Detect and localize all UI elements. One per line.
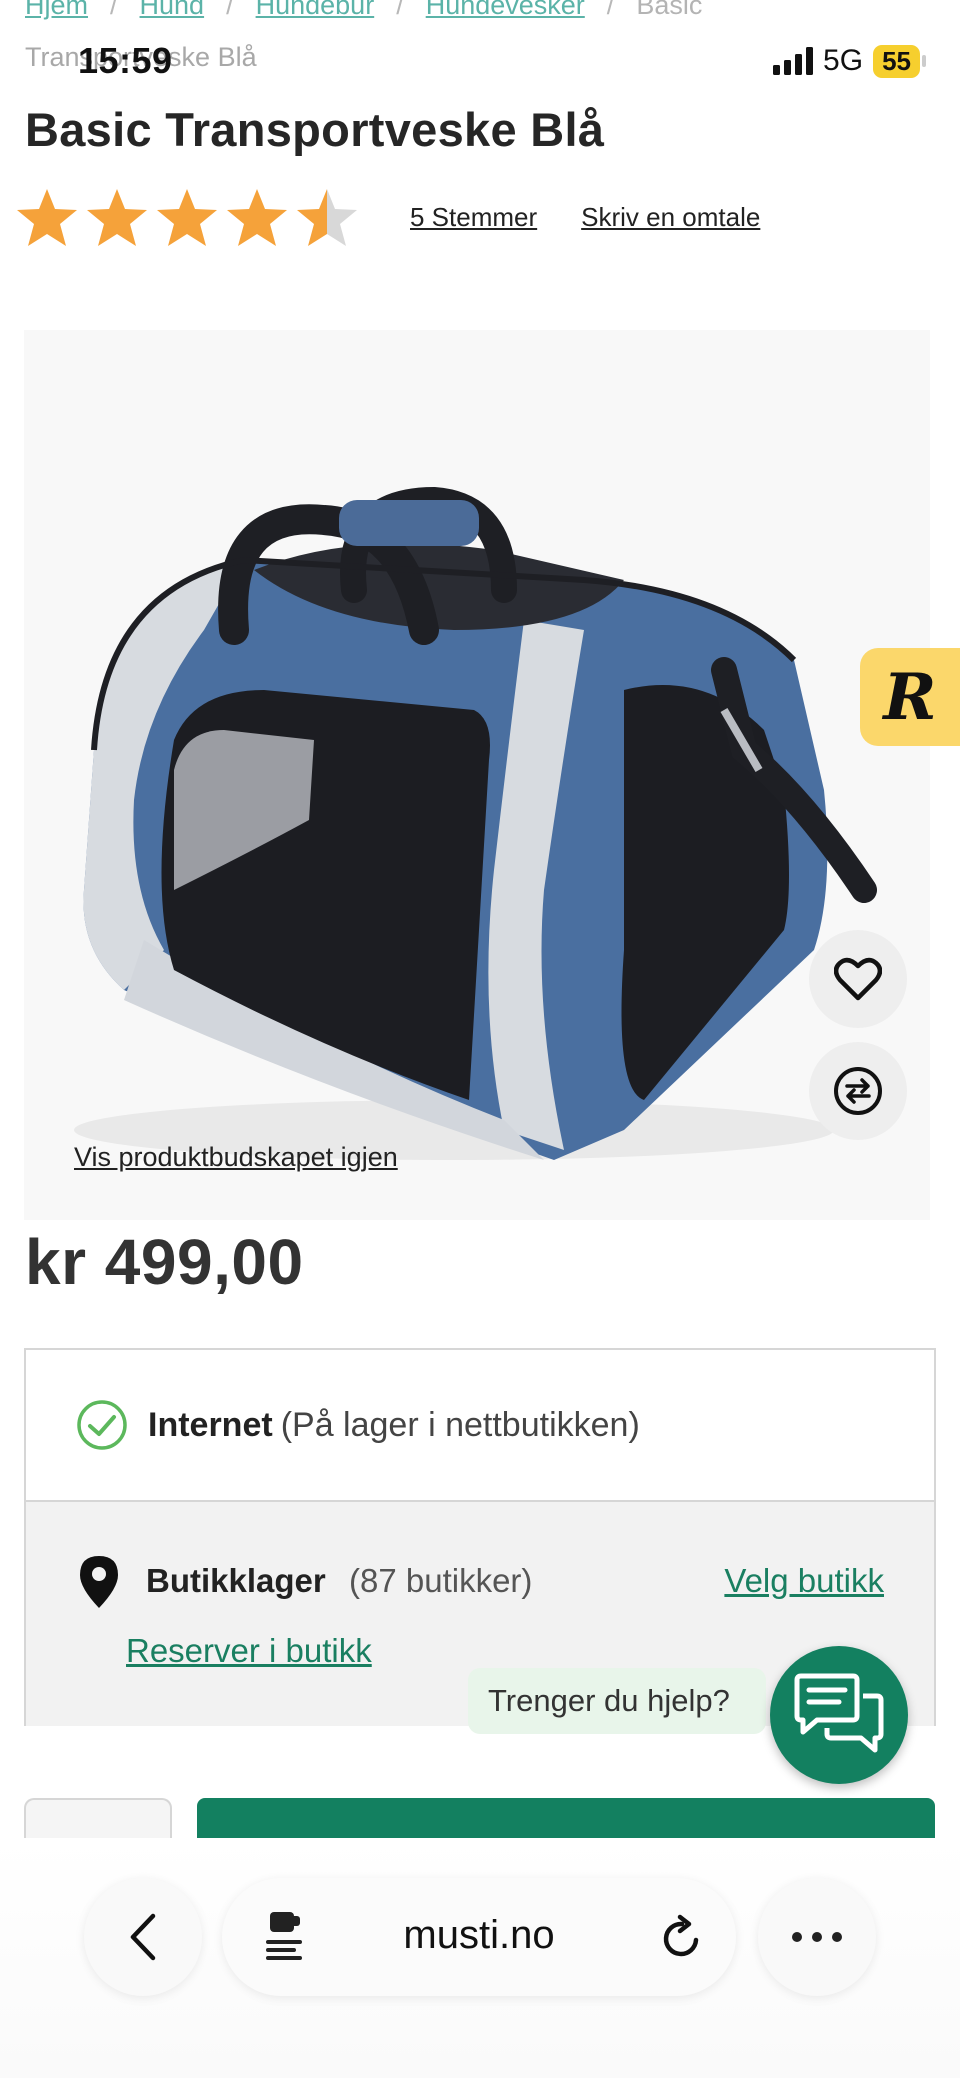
rating-stars [14, 186, 360, 252]
location-pin-icon [80, 1556, 118, 1608]
breadcrumb-separator: / [396, 0, 404, 20]
compare-button[interactable] [809, 1042, 907, 1140]
write-review-link[interactable]: Skriv en omtale [581, 202, 760, 233]
dot [812, 1932, 822, 1942]
breadcrumb-hund[interactable]: Hund [140, 0, 205, 20]
dot [832, 1932, 842, 1942]
chat-button[interactable] [770, 1646, 908, 1784]
signal-icon [773, 47, 814, 75]
url-text: musti.no [403, 1913, 555, 1957]
compare-icon [834, 1067, 882, 1115]
votes-link[interactable]: 5 Stemmer [410, 202, 537, 233]
breadcrumb-home[interactable]: Hjem [25, 0, 88, 20]
address-bar[interactable]: musti.no [222, 1878, 736, 1996]
status-indicators: 5G 55 [773, 44, 926, 78]
network-type: 5G [823, 44, 864, 77]
product-rating [14, 186, 360, 252]
store-count: (87 butikker) [349, 1562, 533, 1599]
reserve-in-store-link[interactable]: Reserver i butikk [126, 1632, 372, 1670]
product-title: Basic Transportveske Blå [25, 103, 605, 156]
star-icon [297, 189, 357, 246]
store-stock-label: Butikklager [146, 1562, 326, 1599]
status-time: 15:59 [78, 40, 173, 81]
breadcrumb-separator: / [110, 0, 118, 20]
internet-stock-row: Internet (På lager i nettbutikken) [26, 1350, 934, 1502]
breadcrumb-hundebur[interactable]: Hundebur [256, 0, 375, 20]
help-bubble[interactable]: Trenger du hjelp? [468, 1668, 766, 1734]
browser-toolbar: musti.no [0, 1838, 960, 2078]
rating-links: 5 Stemmer Skriv en omtale [410, 202, 760, 233]
check-circle-icon [77, 1400, 127, 1450]
breadcrumb-hundevesker[interactable]: Hundevesker [426, 0, 585, 20]
internet-label: Internet [148, 1405, 273, 1444]
star-icon [227, 189, 287, 246]
internet-status: (På lager i nettbutikken) [280, 1405, 640, 1444]
battery-level: 55 [882, 45, 911, 76]
chevron-left-icon [130, 1913, 156, 1961]
back-button[interactable] [84, 1878, 202, 1996]
product-image [74, 486, 877, 1160]
product-image-area[interactable]: Vis produktbudskapet igjen [24, 330, 930, 1220]
chat-icon [794, 1673, 884, 1753]
battery-indicator: 55 [873, 44, 926, 78]
star-icon [157, 189, 217, 246]
reload-icon[interactable] [660, 1914, 704, 1960]
r-badge-tab[interactable]: R [860, 648, 960, 746]
breadcrumb-current: Basic [636, 0, 703, 20]
breadcrumb-separator: / [226, 0, 234, 20]
breadcrumb-separator: / [606, 0, 615, 20]
more-options-button[interactable] [758, 1878, 876, 1996]
show-product-message-link[interactable]: Vis produktbudskapet igjen [74, 1142, 398, 1173]
heart-icon [834, 957, 882, 1001]
favorite-button[interactable] [809, 930, 907, 1028]
star-icon [87, 189, 147, 246]
choose-store-link[interactable]: Velg butikk [724, 1562, 884, 1600]
dot [792, 1932, 802, 1942]
product-price: kr 499,00 [25, 1226, 304, 1298]
star-icon [17, 189, 77, 246]
breadcrumb: Hjem / Hund / Hundebur / Hundevesker / Basic [25, 0, 702, 21]
